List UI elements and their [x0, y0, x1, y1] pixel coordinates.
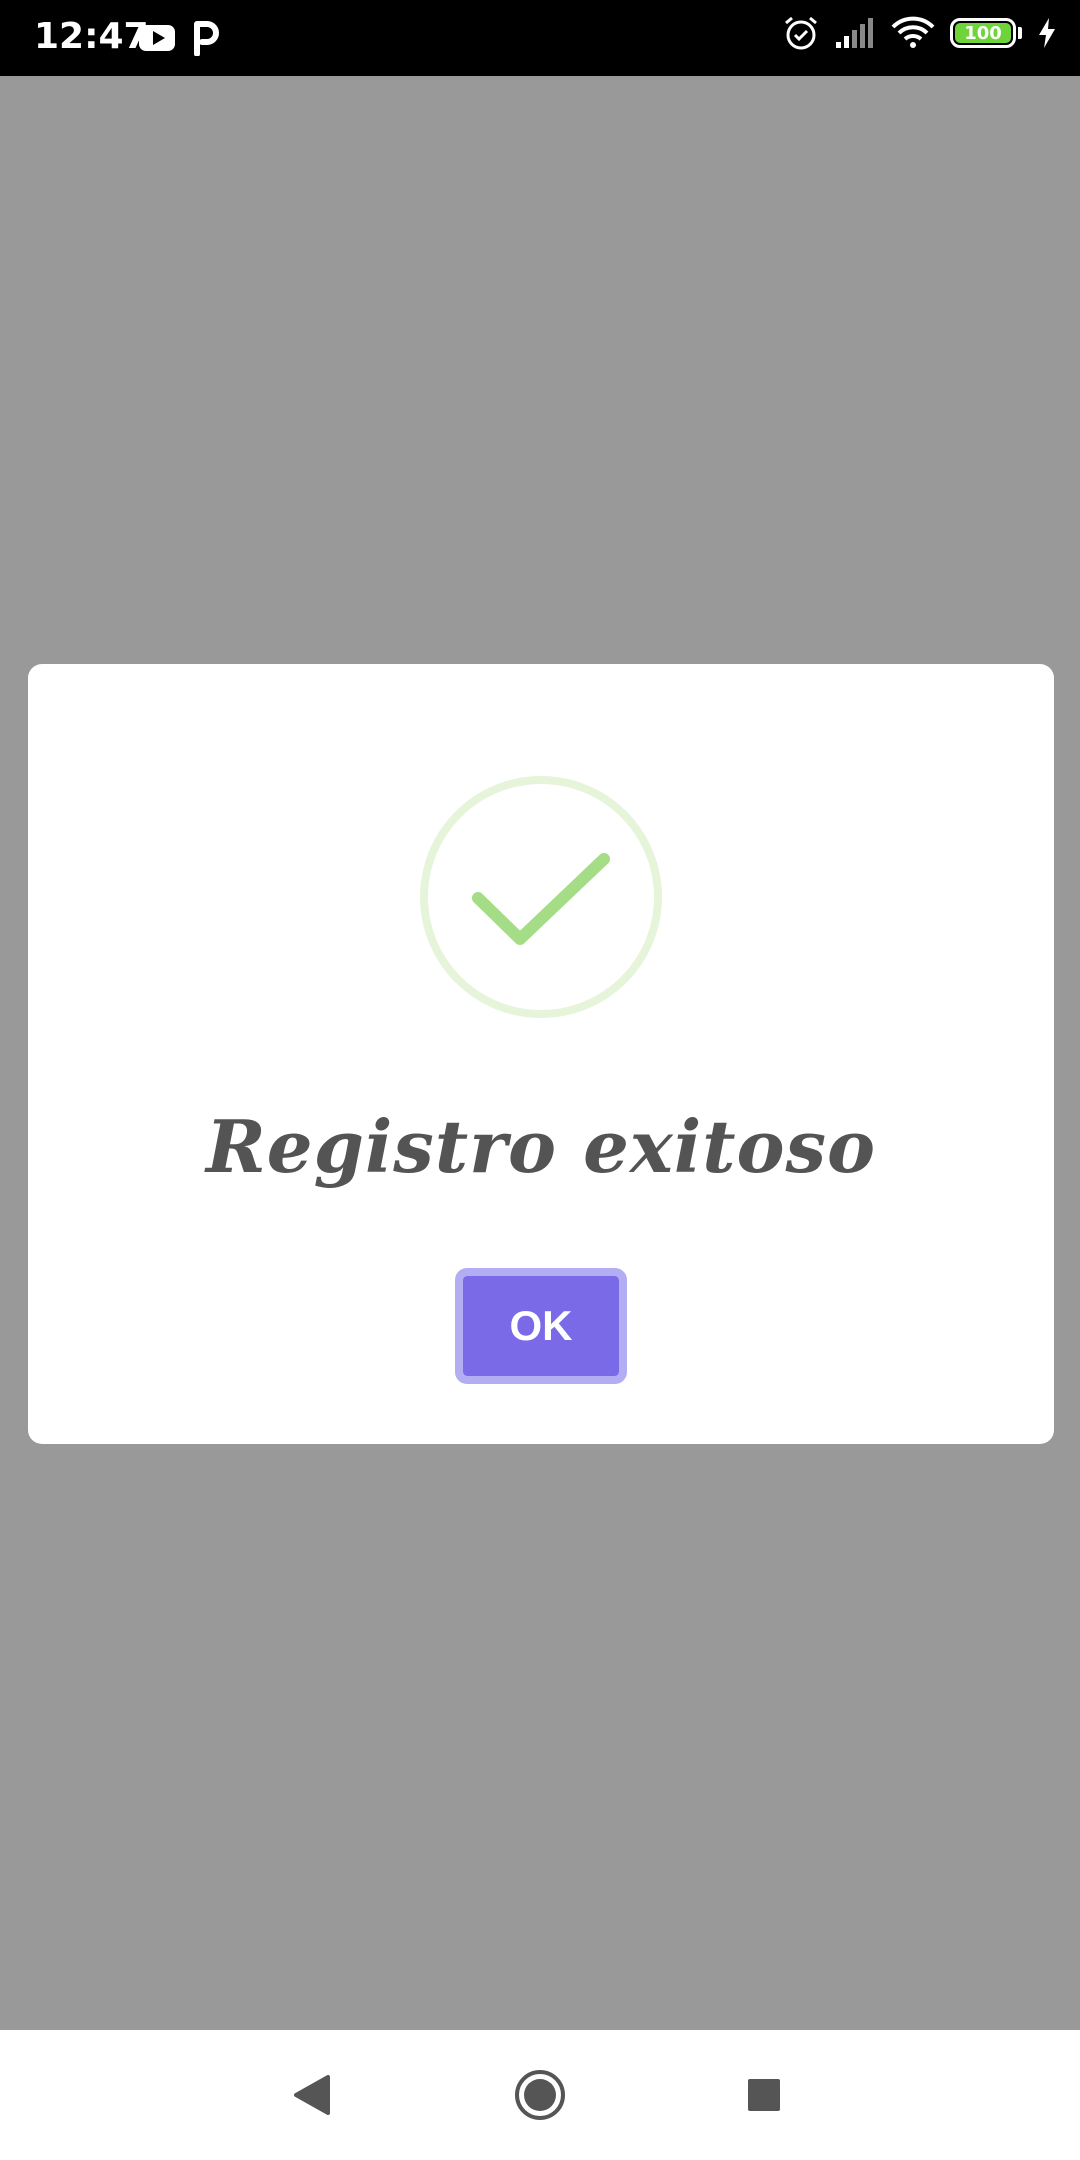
battery-level: 100 [955, 23, 1011, 44]
home-button[interactable] [510, 2065, 570, 2125]
battery-nub [1018, 27, 1022, 39]
status-left-icons [138, 20, 220, 56]
charging-bolt-icon [1039, 18, 1055, 48]
cell-signal-icon [836, 18, 873, 48]
success-dialog: Registro exitoso OK [28, 664, 1054, 1444]
status-right-icons: 100 [782, 14, 1058, 52]
status-bar: 12:47 100 [0, 0, 1080, 76]
checkmark-circle-icon [420, 776, 662, 1018]
battery-icon: 100 [950, 18, 1022, 48]
wifi-icon [891, 16, 935, 48]
parking-icon [194, 21, 219, 56]
status-time: 12:47 [34, 16, 149, 57]
back-button[interactable] [282, 2065, 342, 2125]
back-icon [294, 2075, 330, 2115]
home-icon [515, 2070, 565, 2120]
youtube-icon [139, 25, 175, 51]
ok-button[interactable]: OK [455, 1268, 627, 1384]
battery-body: 100 [950, 18, 1016, 48]
recents-icon [748, 2079, 780, 2111]
alarm-icon [785, 16, 817, 50]
navigation-bar [0, 2030, 1080, 2160]
dialog-title: Registro exitoso [205, 1104, 877, 1189]
recents-button[interactable] [734, 2065, 794, 2125]
